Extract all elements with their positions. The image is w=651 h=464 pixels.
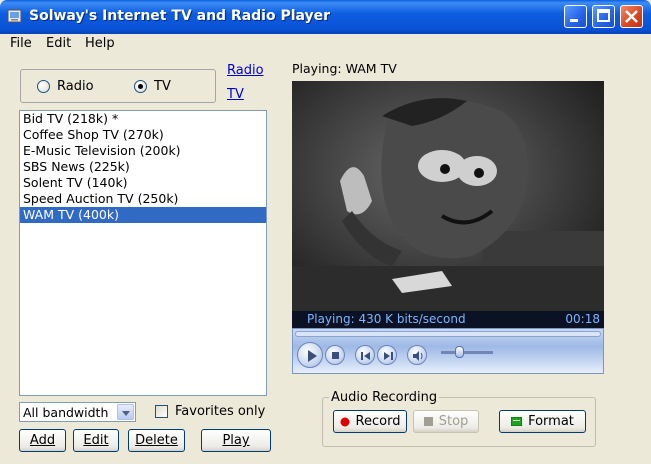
add-button-label: Add: [29, 433, 56, 448]
play-icon: [308, 350, 317, 362]
play-control[interactable]: [297, 342, 323, 368]
radio-option-label: Radio: [57, 79, 94, 94]
channel-list[interactable]: Bid TV (218k) * Coffee Shop TV (270k) E-…: [19, 110, 267, 396]
menu-edit[interactable]: Edit: [46, 36, 71, 51]
menu-help[interactable]: Help: [85, 36, 115, 51]
now-playing-label: Playing: WAM TV: [292, 61, 397, 76]
maximize-icon: [597, 9, 610, 22]
favorites-only-checkbox[interactable]: Favorites only: [155, 404, 265, 419]
mode-selector: Radio TV: [20, 69, 216, 103]
radio-option-tv[interactable]: TV: [134, 79, 171, 94]
volume-slider-track[interactable]: [441, 351, 493, 354]
video-frame[interactable]: [292, 81, 604, 311]
record-button-label: Record: [355, 414, 401, 429]
format-button[interactable]: Format: [499, 410, 586, 433]
stop-icon: [423, 417, 433, 426]
edit-button-label: Edit: [83, 433, 109, 448]
add-button[interactable]: Add: [19, 429, 66, 452]
media-controls: [292, 328, 604, 374]
minimize-icon: [570, 19, 578, 22]
tv-link[interactable]: TV: [227, 87, 244, 102]
stop-button[interactable]: Stop: [413, 410, 479, 433]
stop-control[interactable]: [325, 345, 345, 365]
delete-button-label: Delete: [135, 433, 178, 448]
bitrate-status: Playing: 430 K bits/second: [307, 312, 466, 326]
previous-control[interactable]: [355, 345, 375, 365]
close-icon: [625, 10, 638, 23]
stop-icon: [332, 352, 339, 359]
format-icon: [511, 417, 523, 426]
record-button[interactable]: Record: [333, 410, 407, 433]
maximize-button[interactable]: [592, 5, 615, 28]
elapsed-time: 00:18: [565, 312, 600, 326]
audio-recording-title: Audio Recording: [329, 390, 440, 405]
minimize-button[interactable]: [564, 5, 587, 28]
list-item[interactable]: SBS News (225k): [20, 159, 266, 175]
radio-option-radio[interactable]: Radio: [37, 79, 94, 94]
next-control[interactable]: [377, 345, 397, 365]
previous-icon: [361, 352, 370, 360]
title-bar: Solway's Internet TV and Radio Player: [0, 0, 651, 34]
list-item[interactable]: Bid TV (218k) *: [20, 111, 266, 127]
list-item-selected[interactable]: WAM TV (400k): [20, 207, 266, 223]
mute-control[interactable]: [407, 345, 427, 365]
radio-button-selected-icon: [134, 80, 147, 93]
player-status-bar: Playing: 430 K bits/second 00:18: [292, 311, 604, 328]
list-item[interactable]: E-Music Television (200k): [20, 143, 266, 159]
tv-option-label: TV: [154, 79, 171, 94]
favorites-only-label: Favorites only: [175, 404, 266, 419]
speaker-icon: [413, 351, 423, 361]
close-button[interactable]: [620, 5, 643, 28]
stop-button-label: Stop: [438, 414, 469, 429]
list-item[interactable]: Coffee Shop TV (270k): [20, 127, 266, 143]
list-item[interactable]: Speed Auction TV (250k): [20, 191, 266, 207]
edit-button[interactable]: Edit: [73, 429, 119, 452]
next-icon: [384, 352, 393, 360]
play-button[interactable]: Play: [201, 429, 271, 452]
record-icon: [340, 417, 350, 426]
app-icon: [7, 9, 22, 23]
bandwidth-select[interactable]: All bandwidth: [19, 402, 136, 422]
radio-button-icon: [37, 80, 50, 93]
bandwidth-value: All bandwidth: [23, 405, 109, 420]
chevron-down-icon[interactable]: [117, 404, 134, 420]
volume-slider-handle[interactable]: [455, 346, 465, 358]
video-still-image: [292, 81, 604, 311]
checkbox-icon: [155, 405, 168, 418]
delete-button[interactable]: Delete: [128, 429, 185, 452]
format-button-label: Format: [528, 414, 574, 429]
menu-bar: File Edit Help: [0, 34, 651, 54]
play-button-label: Play: [222, 433, 250, 448]
seek-bar[interactable]: [295, 331, 601, 337]
menu-file[interactable]: File: [10, 36, 32, 51]
window-title: Solway's Internet TV and Radio Player: [29, 8, 331, 24]
list-item[interactable]: Solent TV (140k): [20, 175, 266, 191]
radio-link[interactable]: Radio: [227, 63, 264, 78]
